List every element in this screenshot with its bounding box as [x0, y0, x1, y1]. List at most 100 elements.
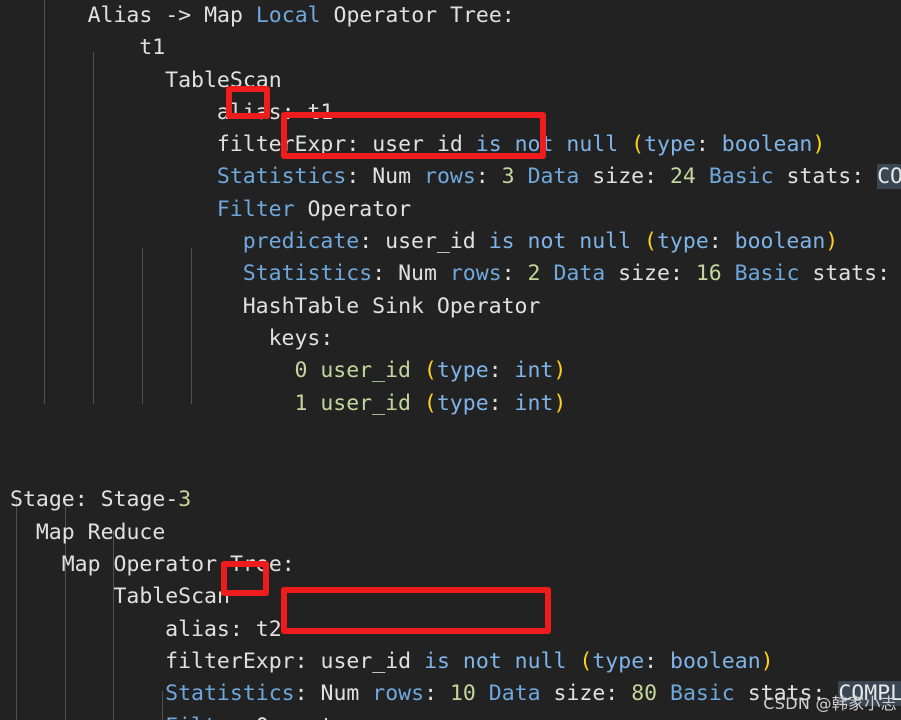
- code-token: Operator: [243, 714, 360, 720]
- code-token: 1: [294, 390, 308, 416]
- code-line[interactable]: alias: t1: [0, 97, 901, 129]
- code-line[interactable]: Map Reduce: [0, 517, 901, 549]
- code-line[interactable]: TableScan: [0, 581, 901, 613]
- code-token: keys:: [268, 325, 334, 351]
- code-token: ): [553, 390, 567, 416]
- code-token: :: [424, 681, 450, 707]
- code-line[interactable]: filterExpr: user_id is not null (type: b…: [0, 129, 901, 161]
- code-token: alias:: [165, 616, 256, 642]
- code-token: user_id: [372, 132, 476, 158]
- code-token: : Num: [294, 681, 373, 707]
- code-line[interactable]: TableScan: [0, 65, 901, 97]
- code-content[interactable]: Alias -> Map Local Operator Tree: t1 Table…: [0, 0, 901, 720]
- code-token: :: [708, 229, 735, 255]
- code-token: Data: [488, 681, 541, 707]
- code-token: Basic: [670, 681, 735, 707]
- code-token: predicate: [242, 229, 360, 255]
- code-token: (: [644, 229, 657, 255]
- code-token: Operator Tree:: [320, 3, 515, 28]
- code-token: 10: [449, 681, 476, 707]
- code-token: 3: [178, 487, 192, 513]
- code-token: is not null: [488, 229, 632, 255]
- code-token: Statistics: [242, 261, 373, 287]
- code-token: ): [760, 648, 774, 674]
- code-token: Map Operator Tree:: [61, 552, 295, 578]
- code-token: size:: [605, 261, 696, 287]
- code-token: TableScan: [113, 584, 230, 610]
- code-token: ): [553, 358, 567, 384]
- code-token: Map Reduce: [35, 519, 166, 545]
- code-token: boolean: [721, 132, 813, 158]
- code-token: filterExpr:: [216, 132, 373, 158]
- code-token: (: [423, 390, 437, 416]
- code-token: rows: [424, 164, 476, 190]
- code-token: (: [631, 132, 645, 158]
- code-line[interactable]: HashTable Sink Operator: [0, 291, 901, 323]
- code-token: is not null: [424, 648, 567, 674]
- code-token: t1: [139, 35, 166, 61]
- code-line[interactable]: t1: [0, 32, 901, 64]
- code-line[interactable]: [0, 452, 901, 484]
- code-token: :: [488, 390, 515, 416]
- code-token: type: [656, 229, 709, 255]
- code-line[interactable]: keys:: [0, 323, 901, 355]
- code-line[interactable]: filterExpr: user_id is not null (type: b…: [0, 646, 901, 678]
- code-token: filterExpr:: [165, 648, 321, 674]
- code-token: boolean: [670, 648, 761, 674]
- code-line[interactable]: Filter Operator: [0, 194, 901, 226]
- code-token: : Num: [372, 261, 450, 287]
- code-line[interactable]: Stage: Stage-3: [0, 484, 901, 516]
- code-token: rows: [449, 261, 502, 287]
- code-token: user_id: [320, 648, 425, 674]
- code-line[interactable]: Statistics: Num rows: 3 Data size: 24 Ba…: [0, 161, 901, 193]
- code-token: int: [514, 390, 554, 416]
- code-line[interactable]: Alias -> Map Local Operator Tree:: [0, 0, 901, 32]
- code-token: Operator: [294, 196, 412, 222]
- code-line[interactable]: 0 user_id (type: int): [0, 355, 901, 387]
- code-line[interactable]: Map Operator Tree:: [0, 549, 901, 581]
- code-token: t1: [307, 99, 334, 125]
- code-token: 16: [695, 261, 722, 287]
- code-token: is not null: [475, 132, 619, 158]
- code-token: Local: [255, 3, 321, 28]
- code-token: type: [436, 390, 489, 416]
- code-token: HashTable Sink Operator: [242, 293, 541, 319]
- code-token: ): [812, 132, 826, 158]
- code-line[interactable]: Statistics: Num rows: 2 Data size: 16 Ba…: [0, 258, 901, 290]
- code-token: (: [423, 358, 437, 384]
- code-token: Statistics: [216, 164, 347, 190]
- code-token: Statistics: [165, 681, 295, 707]
- code-token: Basic: [734, 261, 800, 287]
- code-token: : user_id: [359, 229, 489, 255]
- code-token: stats:: [773, 164, 878, 190]
- code-token: size:: [579, 164, 670, 190]
- code-token: Data: [553, 261, 606, 287]
- code-line[interactable]: 1 user_id (type: int): [0, 388, 901, 420]
- code-token: type: [644, 132, 696, 158]
- code-token: :: [644, 648, 671, 674]
- code-token: rows: [372, 681, 425, 707]
- code-token: :: [488, 358, 515, 384]
- code-token: Alias -> Map: [87, 3, 256, 28]
- code-token: int: [514, 358, 554, 384]
- code-line[interactable]: [0, 420, 901, 452]
- code-token: : Num: [346, 164, 424, 190]
- code-line[interactable]: predicate: user_id is not null (type: bo…: [0, 226, 901, 258]
- code-token: t2: [255, 616, 282, 642]
- code-line[interactable]: alias: t2: [0, 614, 901, 646]
- code-editor-surface: Alias -> Map Local Operator Tree: t1 Table…: [0, 0, 901, 720]
- code-token: :: [501, 261, 528, 287]
- code-token: 3: [501, 164, 515, 190]
- code-token: (: [579, 648, 593, 674]
- code-token: 0: [294, 358, 308, 384]
- csdn-watermark: CSDN @韩家小志: [763, 694, 897, 713]
- code-token: Basic: [708, 164, 774, 190]
